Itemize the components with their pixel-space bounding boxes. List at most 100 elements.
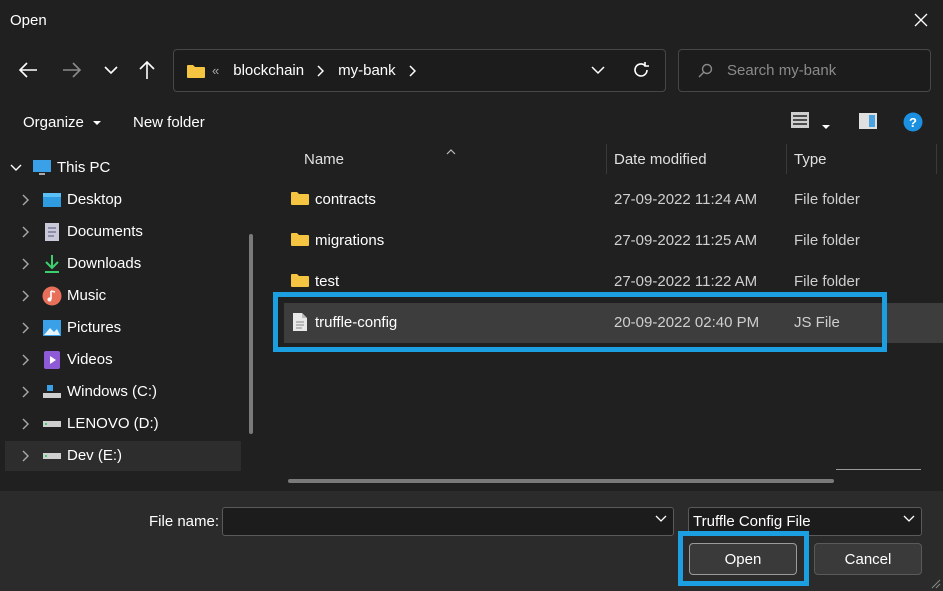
arrow-right-icon bbox=[63, 62, 82, 78]
file-date: 27-09-2022 11:24 AM bbox=[614, 191, 758, 208]
details-view-icon bbox=[791, 112, 809, 128]
sidebar-item-label: Downloads bbox=[67, 255, 142, 272]
folder-icon bbox=[187, 64, 205, 78]
chevron-right-icon[interactable] bbox=[20, 418, 32, 430]
chevron-down-icon bbox=[104, 66, 118, 75]
organize-button[interactable]: Organize bbox=[23, 114, 102, 131]
chevron-down-icon[interactable] bbox=[10, 162, 22, 174]
caret-down-icon bbox=[93, 121, 102, 126]
chevron-right-icon[interactable] bbox=[20, 354, 32, 366]
sidebar-item-label: Desktop bbox=[67, 191, 123, 208]
window-title: Open bbox=[10, 11, 47, 29]
chevron-right-icon bbox=[317, 64, 325, 77]
horizontal-scrollbar[interactable] bbox=[288, 479, 834, 483]
address-dropdown-button[interactable] bbox=[591, 62, 605, 79]
drive-icon bbox=[42, 382, 62, 402]
breadcrumb-my-bank[interactable]: my-bank bbox=[338, 62, 396, 79]
file-name-combobox[interactable] bbox=[222, 507, 674, 536]
computer-icon bbox=[32, 158, 52, 178]
view-options-button[interactable] bbox=[790, 110, 810, 134]
file-date: 27-09-2022 11:22 AM bbox=[614, 273, 758, 290]
column-header-date[interactable]: Date modified bbox=[614, 144, 707, 174]
chevron-down-icon bbox=[903, 515, 915, 522]
sidebar-item-desktop[interactable]: Desktop bbox=[0, 185, 240, 215]
close-button[interactable] bbox=[911, 10, 931, 30]
chevron-down-icon bbox=[591, 66, 605, 75]
documents-icon bbox=[42, 222, 62, 242]
overflow-indicator[interactable]: « bbox=[212, 63, 219, 78]
drive-icon bbox=[42, 414, 62, 434]
search-input[interactable] bbox=[727, 62, 907, 79]
navigation-bar: « blockchain my-bank bbox=[0, 40, 943, 100]
chevron-right-icon[interactable] bbox=[20, 258, 32, 270]
sidebar-item-downloads[interactable]: Downloads bbox=[0, 249, 240, 279]
sort-ascending-icon bbox=[446, 142, 456, 159]
sidebar-item-this-pc[interactable]: This PC bbox=[0, 153, 240, 183]
column-divider[interactable] bbox=[786, 144, 787, 174]
recent-locations-button[interactable] bbox=[96, 55, 126, 85]
sidebar-item-music[interactable]: Music bbox=[0, 281, 240, 311]
forward-button[interactable] bbox=[57, 55, 87, 85]
arrow-left-icon bbox=[18, 62, 37, 78]
up-button[interactable] bbox=[132, 55, 162, 85]
pictures-icon bbox=[42, 318, 62, 338]
sidebar-item-label: This PC bbox=[57, 159, 111, 176]
sidebar-item-videos[interactable]: Videos bbox=[0, 345, 240, 375]
file-name-input[interactable] bbox=[223, 508, 643, 535]
chevron-right-icon[interactable] bbox=[20, 290, 32, 302]
column-divider[interactable] bbox=[936, 144, 937, 174]
help-button[interactable]: ? bbox=[903, 112, 923, 136]
videos-icon bbox=[42, 350, 62, 370]
chevron-right-icon[interactable] bbox=[20, 194, 32, 206]
organize-label: Organize bbox=[23, 114, 84, 131]
table-row[interactable]: migrations 27-09-2022 11:25 AM File fold… bbox=[284, 221, 943, 261]
sidebar-item-windows-c[interactable]: Windows (C:) bbox=[0, 377, 240, 407]
download-icon bbox=[42, 254, 62, 274]
file-type: File folder bbox=[794, 232, 860, 249]
title-bar: Open bbox=[0, 0, 943, 40]
refresh-button[interactable] bbox=[631, 60, 651, 84]
chevron-right-icon[interactable] bbox=[20, 322, 32, 334]
column-header-type[interactable]: Type bbox=[794, 144, 827, 174]
scroll-indicator bbox=[836, 469, 921, 470]
file-name: migrations bbox=[315, 232, 385, 249]
view-dropdown-button[interactable] bbox=[821, 117, 831, 134]
refresh-icon bbox=[634, 62, 649, 77]
file-date: 27-09-2022 11:25 AM bbox=[614, 232, 758, 249]
folder-icon bbox=[291, 192, 309, 205]
sidebar-item-label: Videos bbox=[67, 351, 113, 368]
column-header-name[interactable]: Name bbox=[304, 144, 344, 174]
search-box[interactable] bbox=[678, 49, 931, 92]
table-row[interactable]: contracts 27-09-2022 11:24 AM File folde… bbox=[284, 180, 943, 220]
chevron-down-icon bbox=[655, 515, 667, 522]
desktop-icon bbox=[42, 190, 62, 210]
help-icon: ? bbox=[903, 112, 923, 132]
back-button[interactable] bbox=[13, 55, 43, 85]
preview-pane-button[interactable] bbox=[858, 112, 878, 134]
chevron-right-icon[interactable] bbox=[20, 386, 32, 398]
resize-grip-icon bbox=[931, 579, 941, 589]
svg-text:?: ? bbox=[909, 115, 917, 130]
drive-icon bbox=[42, 446, 62, 466]
chevron-right-icon[interactable] bbox=[20, 450, 32, 462]
arrow-up-icon bbox=[139, 60, 155, 79]
file-type-value: Truffle Config File bbox=[693, 513, 811, 530]
breadcrumb-blockchain[interactable]: blockchain bbox=[233, 62, 304, 79]
column-divider[interactable] bbox=[606, 144, 607, 174]
cancel-button[interactable]: Cancel bbox=[814, 543, 922, 575]
new-folder-button[interactable]: New folder bbox=[133, 114, 205, 131]
sidebar-item-documents[interactable]: Documents bbox=[0, 217, 240, 247]
address-bar[interactable]: « blockchain my-bank bbox=[173, 49, 666, 92]
sidebar-scrollbar[interactable] bbox=[249, 234, 253, 434]
music-icon bbox=[42, 286, 62, 306]
sidebar-item-label: LENOVO (D:) bbox=[67, 415, 159, 432]
sidebar-item-pictures[interactable]: Pictures bbox=[0, 313, 240, 343]
sidebar-item-dev-e[interactable]: Dev (E:) bbox=[5, 441, 241, 471]
chevron-right-icon bbox=[409, 64, 416, 77]
file-type: File folder bbox=[794, 273, 860, 290]
sidebar-item-label: Dev (E:) bbox=[67, 447, 123, 464]
chevron-right-icon[interactable] bbox=[20, 226, 32, 238]
sidebar-item-lenovo-d[interactable]: LENOVO (D:) bbox=[0, 409, 240, 439]
file-name: test bbox=[315, 273, 340, 290]
file-type: File folder bbox=[794, 191, 860, 208]
